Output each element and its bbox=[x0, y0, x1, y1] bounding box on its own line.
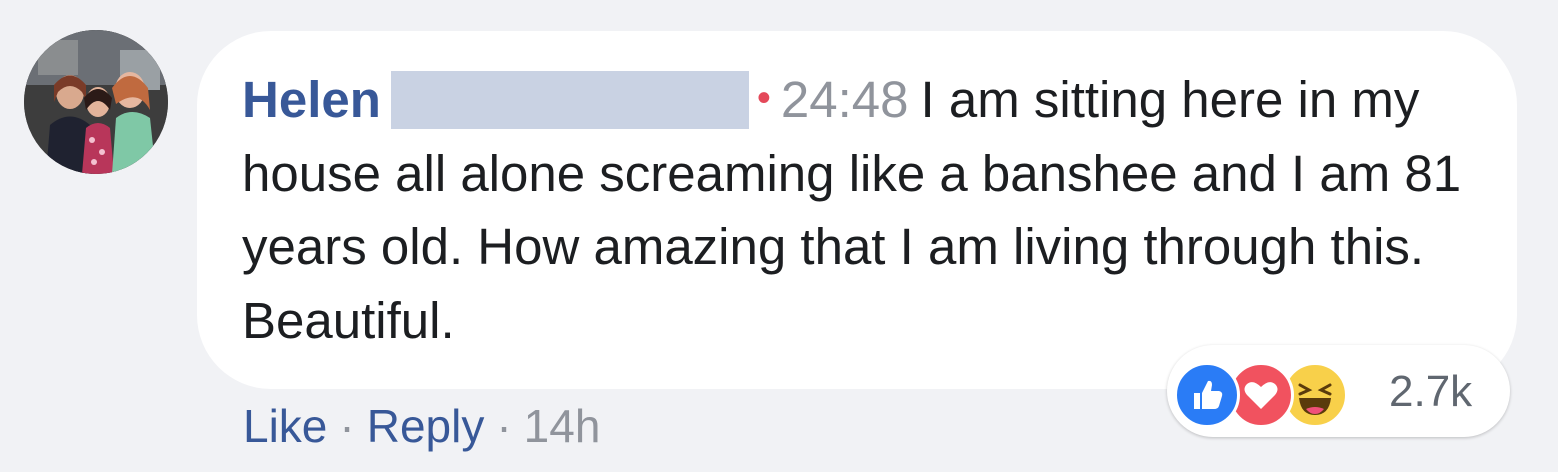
avatar[interactable] bbox=[24, 30, 168, 174]
separator: · bbox=[339, 400, 355, 452]
comment-time-ago[interactable]: 14h bbox=[524, 400, 601, 452]
comment-actions: Like · Reply · 14h bbox=[243, 396, 600, 456]
author-name[interactable]: Helen bbox=[242, 71, 381, 128]
live-dot-icon: • bbox=[756, 76, 771, 120]
reaction-count: 2.7k bbox=[1389, 367, 1473, 416]
like-button[interactable]: Like bbox=[243, 400, 327, 452]
profile-photo bbox=[24, 30, 168, 174]
reply-button[interactable]: Reply bbox=[367, 400, 485, 452]
like-icon bbox=[1174, 362, 1240, 428]
redacted-surname bbox=[390, 71, 749, 129]
comment-body: Helen • 24:48 I am sitting here in my house… bbox=[242, 62, 1482, 357]
separator: · bbox=[496, 400, 512, 452]
video-timestamp-link[interactable]: 24:48 bbox=[781, 71, 909, 128]
reactions-summary[interactable]: 2.7k bbox=[1167, 345, 1510, 437]
